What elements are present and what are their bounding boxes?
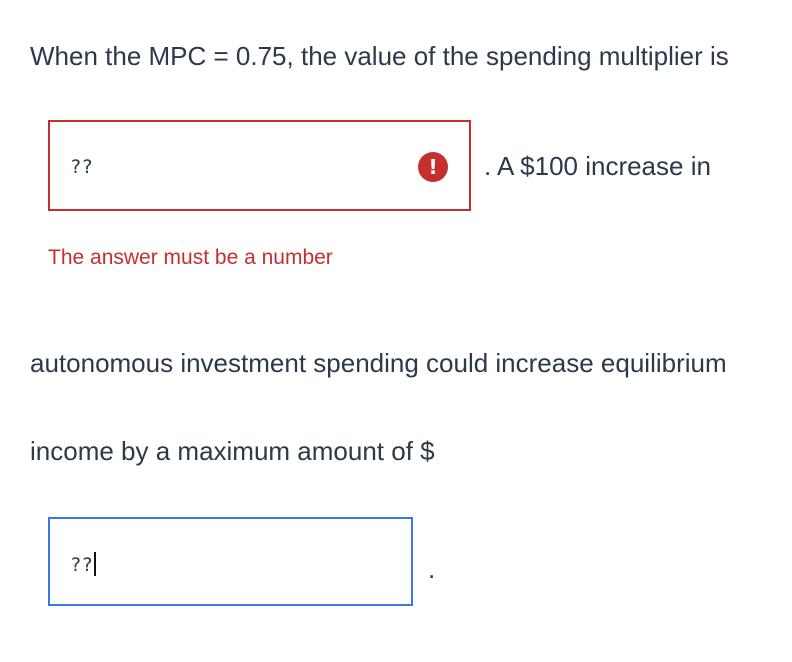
income-amount-value: ?? [70, 552, 96, 576]
text-cursor [93, 552, 96, 576]
error-exclamation-icon: ! [418, 152, 448, 182]
question-text-end-period: . [428, 554, 436, 584]
income-amount-field[interactable]: ?? [48, 517, 413, 606]
multiplier-answer-value: ?? [70, 156, 93, 178]
question-text-line-1: When the MPC = 0.75, the value of the sp… [30, 41, 729, 71]
income-amount-text: ?? [70, 554, 93, 576]
question-text-after-multiplier: . A $100 increase in [484, 151, 711, 181]
question-text-line-3: autonomous investment spending could inc… [30, 348, 727, 378]
multiplier-answer-field[interactable]: ?? ! [48, 120, 471, 211]
question-text-line-4: income by a maximum amount of $ [30, 436, 435, 466]
multiplier-error-message: The answer must be a number [48, 246, 333, 269]
